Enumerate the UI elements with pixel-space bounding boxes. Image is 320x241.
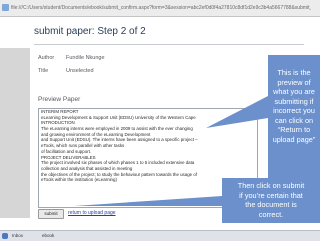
taskbar: Inbox ebook [0,230,320,241]
callout-line: if you’re certain that [239,190,303,200]
callout-line: Then click on submit [237,181,305,190]
browser-address-bar[interactable]: file:///C:/Users/student/Documents/ebook… [0,0,320,17]
author-label: Author [38,55,55,61]
author-value: Fundile Nkunge [66,55,105,61]
address-text[interactable]: file:///C:/Users/student/Documents/ebook… [11,3,311,13]
page-title: submit paper: Step 2 of 2 [34,26,146,37]
callout-line: what you are [273,87,315,96]
preview-heading: Preview Paper [38,96,81,103]
preview-text: INTERIM REPORT eLearning Development & S… [41,109,253,183]
submit-callout: Then click on submit if you’re certain t… [222,178,320,223]
callout-line: “Return to [277,125,311,134]
taskbar-item-inbox[interactable]: Inbox [12,232,23,240]
page-icon [2,4,9,11]
callout-line: can click on [274,115,314,125]
callout-line: This is the [277,68,311,77]
submit-button[interactable]: submit [38,209,64,219]
callout-line: the document is [245,200,297,209]
preview-callout: This is the preview of what you are subm… [268,55,320,181]
title-divider [34,44,304,45]
title-value: Unselected [66,68,94,74]
callout-line: preview of [277,77,311,87]
start-icon[interactable] [2,233,8,239]
callout-line: correct. [258,209,284,219]
return-to-upload-link[interactable]: return to upload page [68,209,116,218]
title-label: Title [38,68,49,74]
callout-line: incorrect you [273,106,315,115]
callout-line: upload page” [272,134,316,144]
callout-line: submitting if [274,96,314,106]
taskbar-item-ebook[interactable]: ebook [42,232,54,240]
left-grey-panel [0,48,30,218]
